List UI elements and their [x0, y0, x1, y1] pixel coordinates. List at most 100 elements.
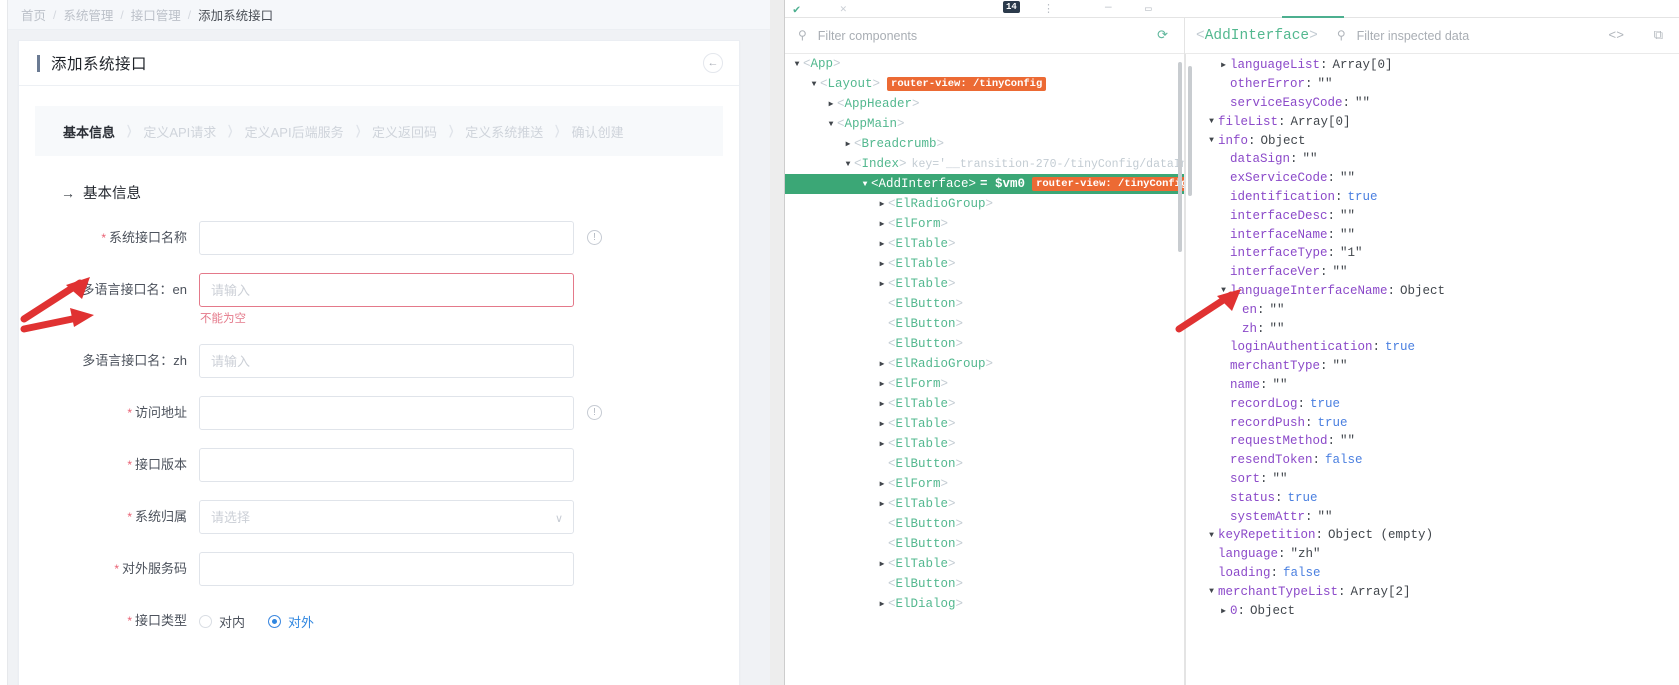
tree-scrollbar[interactable] — [1178, 62, 1182, 252]
property-value[interactable]: "zh" — [1291, 547, 1321, 561]
tree-node[interactable]: <ElButton> — [785, 574, 1184, 594]
property-value[interactable]: "" — [1270, 322, 1285, 336]
inspector-row[interactable]: interfaceType: "1" — [1185, 244, 1679, 263]
text-input[interactable] — [199, 344, 574, 378]
property-value[interactable]: Array[0] — [1291, 115, 1351, 129]
inspector-row[interactable]: serviceEasyCode: "" — [1185, 94, 1679, 113]
inspector-row[interactable]: status: true — [1185, 488, 1679, 507]
breadcrumb-item-system-management[interactable]: 系统管理 — [63, 5, 113, 24]
tree-node[interactable]: ▶ <ElTable> — [785, 494, 1184, 514]
tree-node[interactable]: <ElButton> — [785, 294, 1184, 314]
property-value[interactable]: "" — [1340, 209, 1355, 223]
property-value[interactable]: "" — [1318, 510, 1333, 524]
inspected-data-list[interactable]: ▶ languageList: Array[0] otherError: "" servi… — [1185, 54, 1679, 685]
property-value[interactable]: "" — [1318, 77, 1333, 91]
chevron-right-icon[interactable]: ▶ — [876, 439, 888, 449]
tree-node[interactable]: <ElButton> — [785, 514, 1184, 534]
error-count-badge[interactable]: 14 — [1003, 1, 1020, 13]
chevron-down-icon[interactable]: ▼ — [1205, 117, 1218, 126]
tree-node[interactable]: ▶ <ElTable> — [785, 414, 1184, 434]
tree-node[interactable]: ▶ <ElTable> — [785, 274, 1184, 294]
filter-components-input[interactable] — [815, 27, 1066, 44]
inspector-row[interactable]: otherError: "" — [1185, 75, 1679, 94]
tree-node[interactable]: ▶ <Breadcrumb> — [785, 134, 1184, 154]
chevron-right-icon[interactable]: ▶ — [876, 499, 888, 509]
tree-node[interactable]: <ElButton> — [785, 534, 1184, 554]
text-input[interactable] — [199, 396, 574, 430]
inspector-row[interactable]: ▼ info: Object — [1185, 131, 1679, 150]
tree-node[interactable]: ▶ <ElTable> — [785, 234, 1184, 254]
step-4[interactable]: 定义返回码 — [372, 122, 437, 141]
tree-node[interactable]: <ElButton> — [785, 334, 1184, 354]
text-input[interactable] — [199, 221, 574, 255]
property-value[interactable]: "" — [1333, 359, 1348, 373]
chevron-right-icon[interactable]: ▶ — [876, 599, 888, 609]
inspector-row[interactable]: loginAuthentication: true — [1185, 338, 1679, 357]
inspector-row[interactable]: identification: true — [1185, 188, 1679, 207]
tree-node-selected[interactable]: ▼ <AddInterface> = $vm0 router-view: /tinyC… — [785, 174, 1184, 194]
tree-node[interactable]: <ElButton> — [785, 314, 1184, 334]
property-value[interactable]: false — [1325, 453, 1363, 467]
step-3[interactable]: 定义API后端服务 — [245, 122, 344, 141]
step-5[interactable]: 定义系统推送 — [465, 122, 543, 141]
step-1[interactable]: 基本信息 — [63, 122, 115, 141]
inspector-scrollbar[interactable] — [1188, 66, 1192, 196]
chevron-down-icon[interactable]: ▼ — [1205, 136, 1218, 145]
close-icon[interactable]: ✕ — [840, 2, 847, 16]
text-input[interactable] — [199, 552, 574, 586]
chevron-right-icon[interactable]: ▶ — [1217, 606, 1230, 616]
refresh-icon[interactable]: ⟳ — [1157, 28, 1168, 43]
chevron-down-icon[interactable]: ▼ — [825, 120, 837, 129]
property-value[interactable]: "" — [1340, 228, 1355, 242]
tree-node[interactable]: ▶ <AppHeader> — [785, 94, 1184, 114]
tree-node[interactable]: ▶ <ElTable> — [785, 394, 1184, 414]
inspector-row[interactable]: recordLog: true — [1185, 394, 1679, 413]
step-2[interactable]: 定义API请求 — [143, 122, 216, 141]
chevron-right-icon[interactable]: ▶ — [876, 239, 888, 249]
tree-node[interactable]: ▶ <ElTable> — [785, 254, 1184, 274]
inspector-row[interactable]: name: "" — [1185, 376, 1679, 395]
inspector-row[interactable]: zh: "" — [1185, 319, 1679, 338]
chevron-right-icon[interactable]: ▶ — [876, 479, 888, 489]
inspector-row[interactable]: resendToken: false — [1185, 451, 1679, 470]
inspector-row[interactable]: ▶ languageList: Array[0] — [1185, 56, 1679, 75]
property-value[interactable]: Object (empty) — [1328, 528, 1433, 542]
open-external-icon[interactable]: ⧉ — [1654, 28, 1663, 43]
property-value[interactable]: true — [1385, 340, 1415, 354]
property-value[interactable]: Array[0] — [1333, 58, 1393, 72]
chevron-down-icon[interactable]: ▼ — [808, 80, 820, 89]
property-value[interactable]: "" — [1340, 171, 1355, 185]
chevron-down-icon[interactable]: ▼ — [842, 160, 854, 169]
tree-node[interactable]: ▶ <ElTable> — [785, 434, 1184, 454]
inspector-row[interactable]: interfaceVer: "" — [1185, 263, 1679, 282]
property-value[interactable]: true — [1318, 416, 1348, 430]
inspector-row[interactable]: ▼ languageInterfaceName: Object — [1185, 282, 1679, 301]
radio-option-2[interactable]: 对外 — [268, 612, 314, 631]
inspector-row[interactable]: systemAttr: "" — [1185, 507, 1679, 526]
tree-node[interactable]: ▶ <ElForm> — [785, 214, 1184, 234]
inspector-row[interactable]: recordPush: true — [1185, 413, 1679, 432]
inspector-row[interactable]: merchantType: "" — [1185, 357, 1679, 376]
inspector-row[interactable]: ▼ merchantTypeList: Array[2] — [1185, 582, 1679, 601]
tree-node[interactable]: ▶ <ElTable> — [785, 554, 1184, 574]
chevron-down-icon[interactable]: ▼ — [1217, 286, 1230, 295]
inspector-row[interactable]: ▼ fileList: Array[0] — [1185, 112, 1679, 131]
text-input[interactable] — [199, 448, 574, 482]
step-6[interactable]: 确认创建 — [572, 122, 624, 141]
chevron-right-icon[interactable]: ▶ — [876, 559, 888, 569]
tree-node[interactable]: ▼ <App> — [785, 54, 1184, 74]
inspector-row[interactable]: language: "zh" — [1185, 545, 1679, 564]
tree-node[interactable]: ▶ <ElRadioGroup> — [785, 354, 1184, 374]
minimize-icon[interactable]: — — [1105, 2, 1112, 14]
chevron-down-icon[interactable]: ▼ — [791, 60, 803, 69]
property-value[interactable]: true — [1348, 190, 1378, 204]
check-icon[interactable]: ✔ — [793, 2, 800, 17]
chevron-right-icon[interactable]: ▶ — [825, 99, 837, 109]
property-value[interactable]: "" — [1355, 96, 1370, 110]
property-value[interactable]: "" — [1273, 472, 1288, 486]
tree-node[interactable]: ▶ <ElDialog> — [785, 594, 1184, 614]
breadcrumb-item-home[interactable]: 首页 — [21, 5, 46, 24]
tree-node[interactable]: ▼ <Index> key='__transition-270-/tinyConfi… — [785, 154, 1184, 174]
tree-node[interactable]: <ElButton> — [785, 454, 1184, 474]
tree-node[interactable]: ▶ <ElForm> — [785, 374, 1184, 394]
